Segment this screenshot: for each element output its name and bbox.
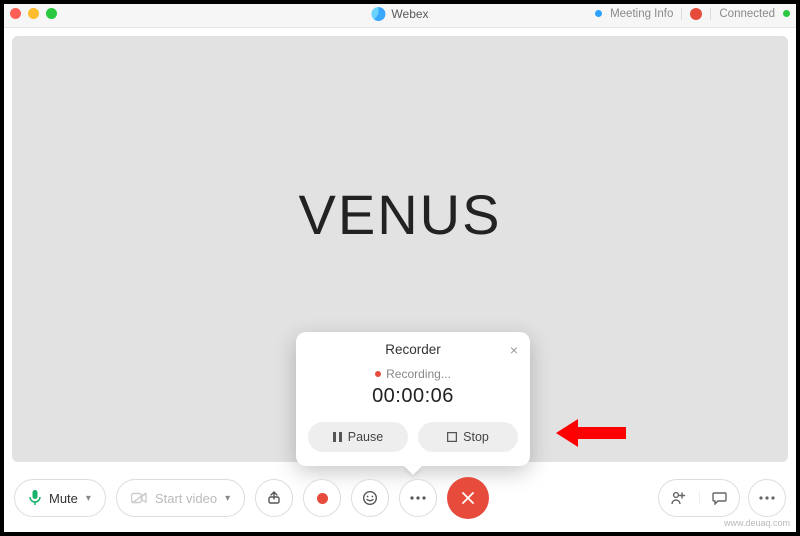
chevron-down-icon[interactable]: ▾	[225, 493, 230, 504]
mute-label: Mute	[49, 491, 78, 506]
recorder-stop-label: Stop	[463, 430, 489, 444]
recorder-stop-button[interactable]: Stop	[418, 422, 518, 452]
participants-button[interactable]	[659, 491, 699, 505]
share-icon	[267, 491, 281, 505]
more-options-button[interactable]	[399, 479, 437, 517]
mute-button[interactable]: Mute ▾	[14, 479, 106, 517]
recorder-button-row: Pause Stop	[308, 422, 518, 452]
window-controls	[10, 8, 57, 19]
window-close-button[interactable]	[10, 8, 21, 19]
ellipsis-icon	[410, 496, 426, 500]
recording-dot-icon	[375, 371, 381, 377]
chat-button[interactable]	[699, 491, 739, 505]
panel-options-button[interactable]	[748, 479, 786, 517]
window-minimize-button[interactable]	[28, 8, 39, 19]
participant-name-label: VENUS	[299, 182, 502, 247]
recorder-pause-label: Pause	[348, 430, 383, 444]
participants-icon	[671, 491, 687, 505]
divider	[710, 8, 711, 20]
recorder-title-label: Recorder	[385, 342, 441, 357]
footer-right-group	[658, 479, 786, 517]
recorder-popover: Recorder × Recording... 00:00:06 Pause S…	[296, 332, 530, 466]
recorder-status-label: Recording...	[386, 367, 451, 381]
chevron-down-icon[interactable]: ▾	[86, 493, 91, 504]
stop-icon	[447, 432, 457, 442]
recorder-status: Recording...	[308, 367, 518, 381]
app-title: Webex	[371, 7, 428, 21]
divider	[681, 8, 682, 20]
recorder-pause-button[interactable]: Pause	[308, 422, 408, 452]
footer-toolbar: Mute ▾ Start video ▾	[0, 470, 800, 532]
record-button[interactable]	[303, 479, 341, 517]
webex-logo-icon	[371, 7, 385, 21]
meeting-info-link[interactable]: Meeting Info	[610, 8, 673, 20]
close-icon	[461, 491, 475, 505]
connected-label: Connected	[719, 8, 775, 20]
app-name-label: Webex	[391, 7, 428, 21]
microphone-icon	[29, 490, 41, 506]
status-indicator-icon	[690, 8, 702, 20]
end-meeting-button[interactable]	[447, 477, 489, 519]
pause-icon	[333, 432, 342, 442]
start-video-button[interactable]: Start video ▾	[116, 479, 245, 517]
recorder-title: Recorder ×	[308, 342, 518, 361]
ellipsis-icon	[759, 496, 775, 500]
chat-icon	[712, 491, 727, 505]
record-icon	[317, 493, 328, 504]
recorder-elapsed-time: 00:00:06	[308, 385, 518, 408]
start-video-label: Start video	[155, 491, 217, 506]
reactions-button[interactable]	[351, 479, 389, 517]
connected-dot-icon	[783, 10, 790, 17]
smile-icon	[362, 490, 378, 506]
video-off-icon	[131, 492, 147, 504]
recorder-close-button[interactable]: ×	[510, 342, 518, 358]
window-zoom-button[interactable]	[46, 8, 57, 19]
share-button[interactable]	[255, 479, 293, 517]
titlebar-status-group: Meeting Info Connected	[595, 8, 790, 20]
panels-toggle	[658, 479, 740, 517]
info-dot-icon	[595, 10, 602, 17]
watermark: www.deuaq.com	[724, 518, 790, 528]
titlebar: Webex Meeting Info Connected	[0, 0, 800, 28]
